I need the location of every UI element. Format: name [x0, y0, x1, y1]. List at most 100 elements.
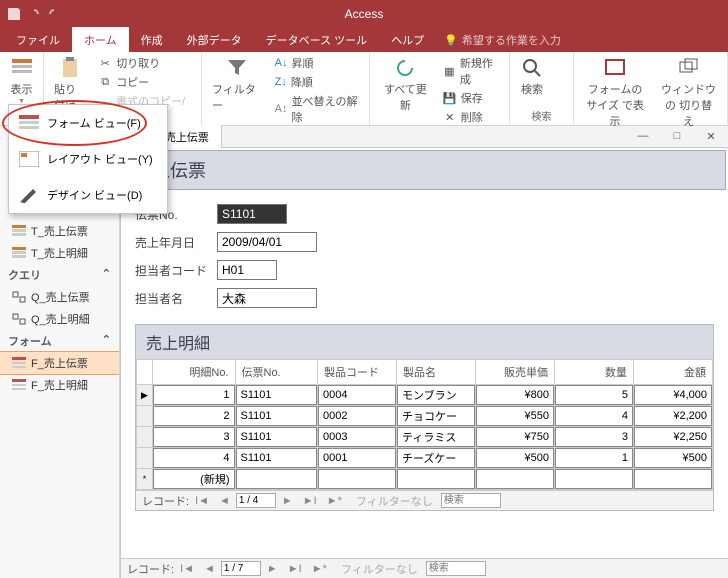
cut-button[interactable]: ✂切り取り	[96, 54, 195, 72]
cell-unitprice[interactable]	[476, 448, 554, 468]
form-size-button[interactable]: フォームのサイズ で表示	[580, 54, 650, 131]
save-record-button[interactable]: 💾保存	[441, 89, 503, 107]
field-date[interactable]	[217, 232, 317, 252]
cell-unitprice[interactable]	[476, 406, 554, 426]
col-qty[interactable]: 数量	[554, 360, 633, 385]
cell-amount[interactable]	[634, 427, 712, 447]
cell-pcode[interactable]	[318, 406, 396, 426]
new-record-button[interactable]: ▦新規作成	[441, 54, 503, 88]
cell-amount[interactable]	[634, 448, 712, 468]
tab-help[interactable]: ヘルプ	[379, 27, 436, 53]
cell-meisai[interactable]	[153, 427, 235, 447]
maximize-button[interactable]: □	[660, 130, 694, 143]
cell-meisai[interactable]	[153, 385, 235, 405]
cell-meisai[interactable]	[153, 448, 235, 468]
table-row[interactable]	[137, 406, 713, 427]
nav-query-item[interactable]: Q_売上明細	[0, 308, 119, 330]
tell-me-text: 希望する作業を入力	[462, 32, 561, 48]
cell-meisai[interactable]	[153, 406, 235, 426]
cell-pname[interactable]	[397, 427, 475, 447]
find-button[interactable]: 検索	[516, 54, 548, 99]
col-amount[interactable]: 金額	[633, 360, 712, 385]
nav-last-button[interactable]: ►I	[299, 495, 321, 507]
cell-qty[interactable]	[555, 406, 633, 426]
cell-denpyo[interactable]	[236, 427, 318, 447]
table-row[interactable]	[137, 427, 713, 448]
row-selector[interactable]: *	[137, 469, 153, 490]
cell-pcode[interactable]	[318, 427, 396, 447]
nav-queries-header[interactable]: クエリ⌃	[0, 264, 119, 286]
sort-asc-button[interactable]: A↓昇順	[273, 54, 363, 72]
col-denpyo[interactable]: 伝票No.	[235, 360, 318, 385]
record-pos-input[interactable]	[221, 561, 261, 576]
cell-pcode[interactable]	[318, 385, 396, 405]
col-meisai[interactable]: 明細No.	[153, 360, 236, 385]
cell-pcode[interactable]	[318, 448, 396, 468]
nav-query-item[interactable]: Q_売上伝票	[0, 286, 119, 308]
search-box[interactable]	[441, 493, 501, 508]
cell-pname[interactable]	[397, 385, 475, 405]
cell-denpyo[interactable]	[236, 385, 318, 405]
table-row[interactable]: ▶	[137, 385, 713, 406]
cell-qty[interactable]	[555, 448, 633, 468]
cell-unitprice[interactable]	[476, 427, 554, 447]
cell-qty[interactable]	[555, 427, 633, 447]
tab-dbtools[interactable]: データベース ツール	[254, 27, 380, 53]
col-product-name[interactable]: 製品名	[396, 360, 475, 385]
view-form-item[interactable]: フォーム ビュー(F)	[9, 105, 167, 141]
nav-prev-button[interactable]: ◄	[215, 495, 234, 507]
remove-sort-button[interactable]: A↕並べ替えの解除	[273, 92, 363, 126]
view-button[interactable]: 表示 ▼	[6, 54, 37, 107]
cell-meisai[interactable]	[153, 469, 235, 489]
nav-form-item[interactable]: F_売上明細	[0, 374, 119, 396]
window-switch-button[interactable]: ウィンドウの 切り替え	[656, 54, 721, 131]
tab-create[interactable]: 作成	[129, 27, 175, 53]
nav-prev-button[interactable]: ◄	[200, 563, 219, 575]
row-selector[interactable]	[137, 427, 153, 448]
cell-amount[interactable]	[634, 385, 712, 405]
nav-next-button[interactable]: ►	[263, 563, 282, 575]
nav-table-item[interactable]: T_売上伝票	[0, 220, 119, 242]
cell-amount[interactable]	[634, 406, 712, 426]
delete-record-button[interactable]: ✕削除	[441, 108, 503, 126]
row-selector[interactable]	[137, 406, 153, 427]
nav-first-button[interactable]: I◄	[191, 495, 213, 507]
nav-next-button[interactable]: ►	[278, 495, 297, 507]
close-button[interactable]: ✕	[694, 130, 728, 143]
table-row[interactable]	[137, 448, 713, 469]
nav-new-button[interactable]: ►*	[308, 563, 331, 575]
nav-last-button[interactable]: ►I	[284, 563, 306, 575]
field-staffcode[interactable]	[217, 260, 277, 280]
nav-new-button[interactable]: ►*	[323, 495, 346, 507]
minimize-button[interactable]: —	[626, 130, 660, 143]
tell-me[interactable]: 💡 希望する作業を入力	[444, 32, 561, 48]
table-row-new[interactable]: *	[137, 469, 713, 490]
row-selector[interactable]: ▶	[137, 385, 153, 406]
cell-qty[interactable]	[555, 385, 633, 405]
field-staffname[interactable]	[217, 288, 317, 308]
cell-pname[interactable]	[397, 448, 475, 468]
nav-form-item[interactable]: F_売上伝票	[0, 352, 119, 374]
view-layout-item[interactable]: レイアウト ビュー(Y)	[9, 141, 167, 177]
refresh-all-button[interactable]: すべて更新	[376, 54, 435, 115]
nav-forms-header[interactable]: フォーム⌃	[0, 330, 119, 352]
nav-table-item[interactable]: T_売上明細	[0, 242, 119, 264]
filter-button[interactable]: フィルター	[208, 54, 267, 115]
row-selector[interactable]	[137, 448, 153, 469]
cell-pname[interactable]	[397, 406, 475, 426]
record-pos-input[interactable]	[236, 493, 276, 508]
search-box[interactable]	[426, 561, 486, 576]
view-design-item[interactable]: デザイン ビュー(D)	[9, 177, 167, 213]
sort-desc-button[interactable]: Z↓降順	[273, 73, 363, 91]
cell-denpyo[interactable]	[236, 448, 318, 468]
field-no[interactable]	[217, 204, 287, 224]
tab-external[interactable]: 外部データ	[175, 27, 254, 53]
col-unitprice[interactable]: 販売単価	[475, 360, 554, 385]
tab-home[interactable]: ホーム	[72, 27, 129, 53]
cell-unitprice[interactable]	[476, 385, 554, 405]
tab-file[interactable]: ファイル	[4, 27, 72, 53]
cell-denpyo[interactable]	[236, 406, 318, 426]
col-product-code[interactable]: 製品コード	[318, 360, 397, 385]
copy-button[interactable]: ⧉コピー	[96, 73, 195, 91]
nav-first-button[interactable]: I◄	[176, 563, 198, 575]
